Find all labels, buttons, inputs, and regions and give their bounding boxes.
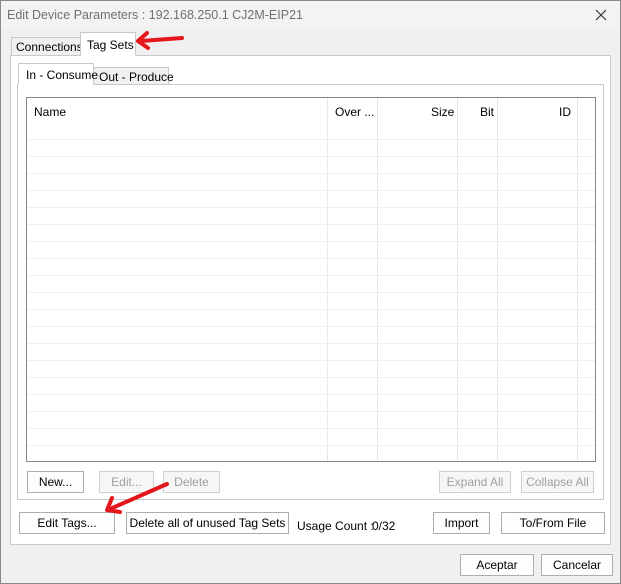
column-divider[interactable]	[457, 98, 458, 461]
collapse-all-button[interactable]: Collapse All	[521, 471, 594, 493]
close-icon	[595, 9, 607, 21]
window-title: Edit Device Parameters : 192.168.250.1 C…	[7, 8, 303, 22]
grid-row-line	[27, 326, 595, 327]
tab-connections-label: Connections	[16, 40, 83, 54]
grid-row-line	[27, 224, 595, 225]
column-divider[interactable]	[327, 98, 328, 461]
delete-button-label: Delete	[174, 475, 209, 489]
grid-row-line	[27, 445, 595, 446]
grid-row-line	[27, 173, 595, 174]
collapse-all-button-label: Collapse All	[526, 475, 589, 489]
grid-row-line	[27, 292, 595, 293]
grid-row-line	[27, 411, 595, 412]
tab-in-consume-label: In - Consume	[26, 68, 99, 82]
annotation-arrow-tag-sets	[136, 31, 184, 50]
usage-count-value: 0/32	[372, 519, 396, 533]
edit-tags-button-label: Edit Tags...	[37, 516, 97, 530]
tab-out-produce[interactable]: Out - Produce	[93, 67, 174, 85]
usage-count-label: Usage Count :	[297, 519, 374, 533]
grid-header: Name Over ... Size Bit ID	[27, 98, 595, 125]
column-header-id[interactable]: ID	[559, 98, 571, 125]
annotation-arrow-edit-tags	[105, 482, 169, 514]
column-header-over[interactable]: Over ...	[335, 98, 374, 125]
accept-button-label: Aceptar	[476, 558, 518, 572]
column-header-size[interactable]: Size	[431, 98, 454, 125]
tab-tag-sets-label: Tag Sets	[87, 38, 134, 52]
expand-all-button[interactable]: Expand All	[439, 471, 511, 493]
to-from-file-button[interactable]: To/From File	[501, 512, 605, 534]
grid-row-line	[27, 428, 595, 429]
column-header-bit[interactable]: Bit	[480, 98, 494, 125]
delete-unused-tag-sets-button-label: Delete all of unused Tag Sets	[129, 516, 286, 530]
tag-sets-grid[interactable]: Name Over ... Size Bit ID	[26, 97, 596, 462]
accept-button[interactable]: Aceptar	[460, 554, 534, 576]
grid-row-line	[27, 394, 595, 395]
grid-row-line	[27, 190, 595, 191]
import-button-label: Import	[444, 516, 479, 530]
title-bar: Edit Device Parameters : 192.168.250.1 C…	[1, 1, 620, 29]
cancel-button-label: Cancelar	[552, 558, 602, 572]
new-button[interactable]: New...	[27, 471, 84, 493]
tab-out-produce-label: Out - Produce	[99, 70, 174, 84]
column-divider[interactable]	[497, 98, 498, 461]
column-header-name[interactable]: Name	[34, 98, 66, 125]
tab-tag-sets[interactable]: Tag Sets	[80, 32, 136, 56]
expand-all-button-label: Expand All	[446, 475, 504, 489]
grid-row-line	[27, 275, 595, 276]
grid-row-line	[27, 207, 595, 208]
import-button[interactable]: Import	[433, 512, 490, 534]
grid-row-line	[27, 377, 595, 378]
grid-row-line	[27, 343, 595, 344]
column-divider[interactable]	[377, 98, 378, 461]
grid-row-line	[27, 241, 595, 242]
grid-row-line	[27, 139, 595, 140]
tab-connections[interactable]: Connections	[11, 37, 83, 55]
grid-row-line	[27, 258, 595, 259]
grid-row-line	[27, 360, 595, 361]
grid-row-line	[27, 156, 595, 157]
edit-device-parameters-dialog: Edit Device Parameters : 192.168.250.1 C…	[0, 0, 621, 584]
new-button-label: New...	[38, 475, 73, 489]
column-divider[interactable]	[577, 98, 578, 461]
grid-row-line	[27, 309, 595, 310]
close-button[interactable]	[590, 5, 612, 25]
tab-in-consume[interactable]: In - Consume	[18, 63, 98, 85]
to-from-file-button-label: To/From File	[519, 516, 587, 530]
cancel-button[interactable]: Cancelar	[541, 554, 613, 576]
